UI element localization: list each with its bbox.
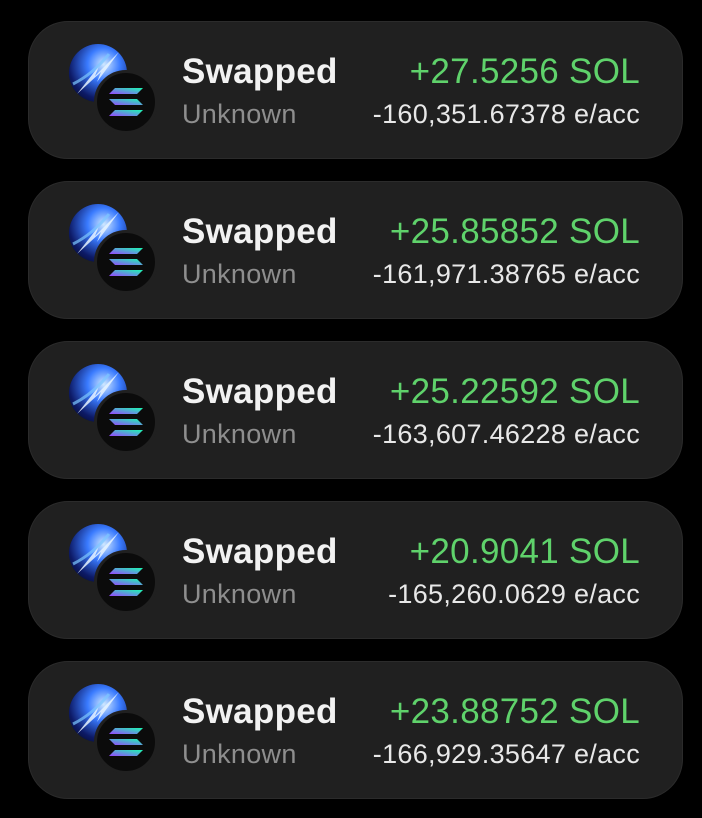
transaction-amount: +23.88752 SOL	[389, 692, 640, 731]
solana-icon	[94, 710, 158, 774]
transaction-amount: +25.22592 SOL	[389, 372, 640, 411]
transaction-value: -161,971.38765 e/acc	[372, 259, 640, 289]
transaction-card[interactable]: Swapped Unknown +27.5256 SOL -160,351.67…	[28, 21, 683, 159]
transaction-avatar-group	[69, 204, 161, 296]
transaction-card[interactable]: Swapped Unknown +23.88752 SOL -166,929.3…	[28, 661, 683, 799]
transaction-subtitle: Unknown	[182, 739, 297, 769]
solana-icon	[94, 390, 158, 454]
transaction-value: -166,929.35647 e/acc	[372, 739, 640, 769]
transaction-avatar-group	[69, 684, 161, 776]
transaction-title: Swapped	[182, 372, 338, 411]
transaction-avatar-group	[69, 44, 161, 136]
transaction-avatar-group	[69, 364, 161, 456]
transaction-amount: +27.5256 SOL	[409, 52, 640, 91]
transaction-amount: +25.85852 SOL	[389, 212, 640, 251]
transaction-value: -163,607.46228 e/acc	[372, 419, 640, 449]
transaction-title: Swapped	[182, 52, 338, 91]
transaction-title: Swapped	[182, 532, 338, 571]
transaction-subtitle: Unknown	[182, 579, 297, 609]
transaction-title: Swapped	[182, 692, 338, 731]
transaction-amount: +20.9041 SOL	[409, 532, 640, 571]
transaction-card[interactable]: Swapped Unknown +25.85852 SOL -161,971.3…	[28, 181, 683, 319]
solana-icon	[94, 550, 158, 614]
transaction-card[interactable]: Swapped Unknown +25.22592 SOL -163,607.4…	[28, 341, 683, 479]
transaction-avatar-group	[69, 524, 161, 616]
transaction-subtitle: Unknown	[182, 419, 297, 449]
solana-icon	[94, 70, 158, 134]
transaction-value: -165,260.0629 e/acc	[388, 579, 640, 609]
transaction-subtitle: Unknown	[182, 259, 297, 289]
transaction-card[interactable]: Swapped Unknown +20.9041 SOL -165,260.06…	[28, 501, 683, 639]
transaction-subtitle: Unknown	[182, 99, 297, 129]
solana-icon	[94, 230, 158, 294]
transaction-value: -160,351.67378 e/acc	[372, 99, 640, 129]
transaction-list: Swapped Unknown +27.5256 SOL -160,351.67…	[0, 0, 702, 818]
transaction-title: Swapped	[182, 212, 338, 251]
